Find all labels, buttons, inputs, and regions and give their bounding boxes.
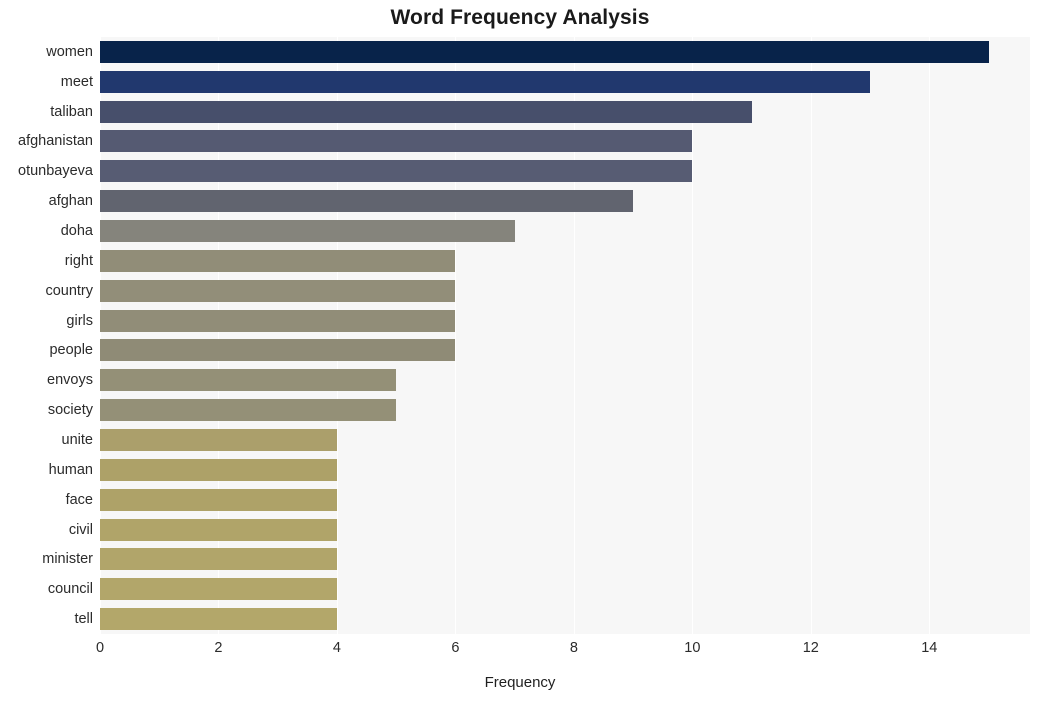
y-tick-label-otunbayeva: otunbayeva [18, 163, 93, 180]
x-tick-label-14: 14 [921, 640, 938, 656]
y-tick-label-tell: tell [74, 611, 93, 628]
bar-fill [100, 220, 515, 243]
gridline-x-0 [100, 37, 101, 634]
gridline-x-6 [455, 37, 457, 634]
bar-fill [100, 100, 752, 123]
bar-fill [100, 309, 456, 332]
bar-tell[interactable] [100, 608, 337, 631]
y-tick-label-society: society [47, 402, 93, 419]
x-tick-label-12: 12 [802, 640, 819, 656]
bar-fill [100, 40, 989, 63]
gridline-x-8 [573, 37, 575, 634]
bar-envoys[interactable] [100, 369, 397, 392]
y-tick-label-minister: minister [42, 551, 93, 568]
bar-fill [100, 279, 456, 302]
chart-title: Word Frequency Analysis [390, 6, 650, 29]
x-axis-title: Frequency [484, 674, 556, 691]
y-tick-label-country: country [45, 282, 93, 299]
bar-fill [100, 578, 337, 601]
y-tick-label-afghan: afghan [48, 193, 93, 210]
bar-afghanistan[interactable] [100, 130, 693, 153]
bar-fill [100, 458, 337, 481]
x-tick-label-8: 8 [569, 640, 578, 656]
bar-girls[interactable] [100, 309, 456, 332]
y-tick-label-afghanistan: afghanistan [18, 133, 93, 150]
bar-fill [100, 70, 871, 93]
x-tick-label-6: 6 [451, 640, 460, 656]
gridline-x-2 [218, 37, 220, 634]
bar-afghan[interactable] [100, 190, 634, 213]
y-tick-label-face: face [65, 491, 93, 508]
bar-fill [100, 369, 397, 392]
bar-fill [100, 160, 693, 183]
bar-face[interactable] [100, 488, 337, 511]
y-tick-label-council: council [47, 581, 93, 598]
bar-people[interactable] [100, 339, 456, 362]
bar-otunbayeva[interactable] [100, 160, 693, 183]
bar-right[interactable] [100, 249, 456, 272]
bar-taliban[interactable] [100, 100, 752, 123]
bar-fill [100, 249, 456, 272]
y-tick-label-doha: doha [60, 223, 93, 240]
bar-fill [100, 428, 337, 451]
bar-fill [100, 399, 397, 422]
x-tick-label-0: 0 [95, 640, 105, 656]
word-frequency-bar-chart: Word Frequency Analysis women meet taliban… [0, 0, 1040, 701]
bar-fill [100, 518, 337, 541]
bar-fill [100, 608, 337, 631]
plot-area [100, 37, 1030, 634]
y-tick-label-human: human [48, 461, 93, 478]
y-tick-label-envoys: envoys [47, 372, 93, 389]
y-axis-tick-labels: women meet taliban afghanistan otunbayeva afg… [0, 37, 93, 634]
bar-society[interactable] [100, 399, 397, 422]
bar-fill [100, 488, 337, 511]
y-tick-label-women: women [46, 43, 93, 60]
x-axis-tick-labels: 0 2 4 6 8 10 12 14 [0, 640, 1040, 664]
gridline-x-12 [810, 37, 812, 634]
gridline-x-10 [692, 37, 694, 634]
bar-fill [100, 190, 634, 213]
x-tick-label-10: 10 [684, 640, 701, 656]
y-tick-label-civil: civil [68, 521, 93, 538]
bar-unite[interactable] [100, 428, 337, 451]
x-tick-label-4: 4 [332, 640, 341, 656]
bar-civil[interactable] [100, 518, 337, 541]
y-tick-label-right: right [64, 252, 93, 269]
y-tick-label-girls: girls [66, 312, 93, 329]
bar-human[interactable] [100, 458, 337, 481]
y-tick-label-taliban: taliban [50, 103, 93, 120]
bar-fill [100, 339, 456, 362]
bar-fill [100, 548, 337, 571]
y-tick-label-people: people [49, 342, 93, 359]
bar-women[interactable] [100, 40, 989, 63]
gridline-x-4 [336, 37, 338, 634]
y-tick-label-meet: meet [60, 73, 93, 90]
bar-country[interactable] [100, 279, 456, 302]
bar-minister[interactable] [100, 548, 337, 571]
bar-fill [100, 130, 693, 153]
gridline-x-14 [929, 37, 931, 634]
y-tick-label-unite: unite [61, 431, 93, 448]
bar-meet[interactable] [100, 70, 871, 93]
bar-council[interactable] [100, 578, 337, 601]
bar-doha[interactable] [100, 220, 515, 243]
x-tick-label-2: 2 [214, 640, 223, 656]
